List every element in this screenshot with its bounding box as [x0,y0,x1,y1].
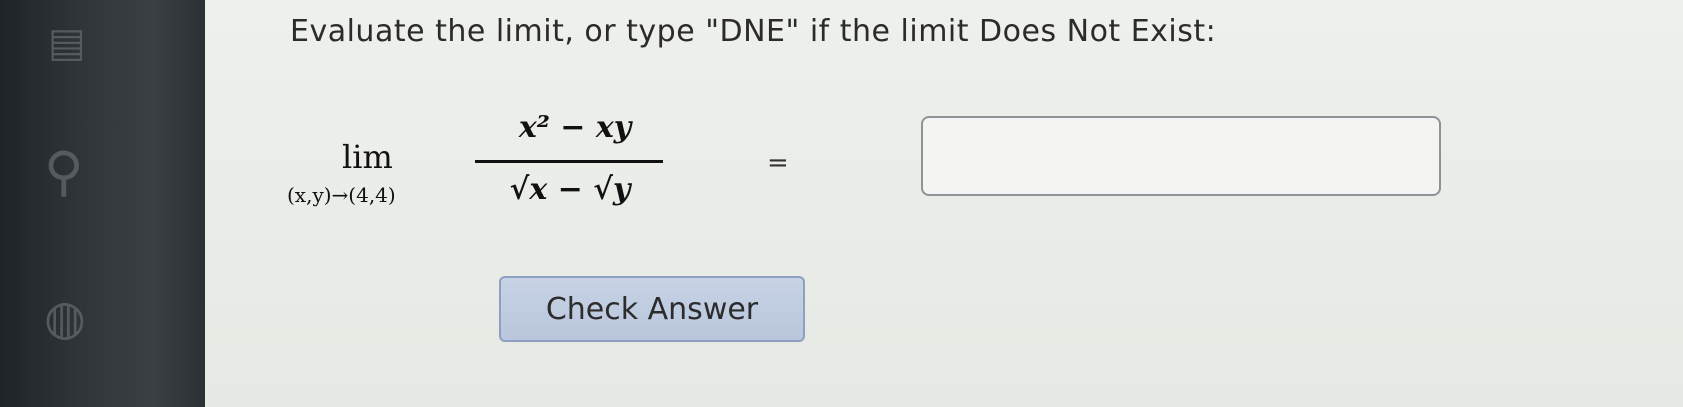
question-panel: Evaluate the limit, or type "DNE" if the… [205,0,1683,407]
search-icon[interactable]: ⚲ [44,140,84,203]
numerator: x² − xy [518,110,632,145]
lim-subscript: (x,y)→(4,4) [287,183,396,207]
question-prompt: Evaluate the limit, or type "DNE" if the… [290,14,1217,49]
fraction-bar [475,160,663,163]
limit-expression: lim (x,y)→(4,4) x² − xy √x − √y = [287,110,847,220]
globe-icon[interactable]: ◍ [44,290,86,346]
denominator: √x − √y [509,172,631,207]
check-answer-button[interactable]: Check Answer [499,276,805,342]
equals-sign: = [767,148,789,178]
app-icon[interactable]: ▤ [48,20,86,66]
fraction: x² − xy √x − √y [475,110,675,220]
left-sidebar-strip: ▤ ⚲ ◍ [0,0,205,407]
lim-word: lim [342,138,393,176]
answer-input[interactable] [921,116,1441,196]
